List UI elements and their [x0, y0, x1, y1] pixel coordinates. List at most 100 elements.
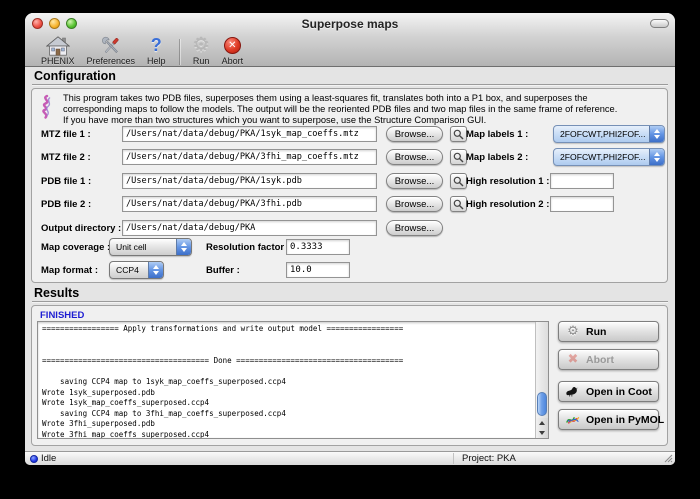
field-label: MTZ file 2 : — [41, 152, 91, 163]
section-divider — [32, 301, 668, 302]
buffer-input[interactable] — [286, 262, 350, 278]
button-label: Abort — [586, 354, 614, 366]
open-in-pymol-button[interactable]: Open in PyMOL — [558, 409, 659, 430]
popup-stepper-icon — [148, 262, 163, 278]
status-bar: Idle Project: PKA — [25, 451, 675, 465]
map-coverage-dropdown[interactable]: Unit cell — [109, 238, 192, 256]
toolbar-phenix-button[interactable]: PHENIX — [35, 35, 81, 67]
browse-button[interactable]: Browse... — [386, 173, 443, 189]
pdb-file-2-row: PDB file 2 : Browse... High resolution 2… — [32, 196, 667, 213]
toolbar-item-label: Abort — [222, 56, 244, 67]
button-label: Open in Coot — [586, 386, 652, 398]
mtz-file-1-row: MTZ file 1 : Browse... Map labels 1 : 2F… — [32, 126, 667, 143]
window-title: Superpose maps — [25, 17, 675, 31]
scrollbar-thumb[interactable] — [537, 392, 547, 416]
map-labels-1-dropdown[interactable]: 2FOFCWT,PHI2FOF... — [553, 125, 665, 143]
dropdown-value: Unit cell — [110, 242, 176, 252]
log-output[interactable]: ================= Apply transformations … — [38, 322, 535, 438]
toolbar-toggle-button[interactable] — [650, 19, 669, 28]
toolbar-item-label: Run — [193, 56, 210, 67]
field-label: High resolution 2 : — [466, 199, 549, 210]
configuration-heading: Configuration — [34, 69, 116, 83]
button-label: Run — [586, 326, 606, 338]
toolbar: PHENIX Preferences — [25, 35, 249, 67]
map-labels-2-dropdown[interactable]: 2FOFCWT,PHI2FOF... — [553, 148, 665, 166]
abort-x-icon: ✖ — [565, 353, 581, 366]
search-icon — [453, 152, 464, 163]
browse-button[interactable]: Browse... — [386, 220, 443, 236]
status-divider — [453, 453, 454, 464]
pdb-file-2-input[interactable] — [122, 196, 377, 212]
toolbar-item-label: Help — [147, 56, 166, 67]
inspect-file-button[interactable] — [450, 126, 467, 142]
superpose-maps-window: Superpose maps PHENIX — [25, 13, 675, 465]
high-resolution-2-input[interactable] — [550, 196, 614, 212]
pymol-scribble-icon — [565, 413, 581, 426]
inspect-file-button[interactable] — [450, 196, 467, 212]
toolbar-item-label: PHENIX — [41, 56, 75, 67]
browse-button[interactable]: Browse... — [386, 126, 443, 142]
toolbar-item-label: Preferences — [87, 56, 136, 67]
resize-grip[interactable] — [664, 454, 673, 463]
scroll-down-button[interactable] — [536, 428, 548, 438]
map-format-row: Map format : CCP4 Buffer : — [32, 262, 667, 279]
results-heading: Results — [34, 286, 79, 300]
output-directory-input[interactable] — [122, 220, 377, 236]
program-ribbon-icon — [38, 94, 55, 125]
browse-button[interactable]: Browse... — [386, 149, 443, 165]
toolbar-abort-button[interactable]: ✕ Abort — [216, 35, 250, 67]
inspect-file-button[interactable] — [450, 149, 467, 165]
toolbar-preferences-button[interactable]: Preferences — [81, 35, 142, 67]
mtz-file-2-input[interactable] — [122, 149, 377, 165]
log-console: ================= Apply transformations … — [37, 321, 549, 439]
open-in-coot-button[interactable]: Open in Coot — [558, 381, 659, 402]
toolbar-help-button[interactable]: ? Help — [141, 35, 172, 67]
status-led-icon — [30, 455, 38, 463]
console-scrollbar[interactable] — [535, 322, 548, 438]
main-content: Configuration This program takes two PDB… — [25, 67, 675, 451]
pdb-file-1-input[interactable] — [122, 173, 377, 189]
toolbar-separator — [179, 39, 180, 65]
inspect-file-button[interactable] — [450, 173, 467, 189]
field-label: Resolution factor : — [206, 242, 290, 253]
field-label: Map format : — [41, 265, 98, 276]
run-gear-icon: ⚙ — [565, 325, 581, 338]
help-question-icon: ? — [151, 35, 162, 56]
pdb-file-1-row: PDB file 1 : Browse... High resolution 1… — [32, 173, 667, 190]
abort-x-icon: ✕ — [224, 35, 241, 56]
field-label: Map labels 2 : — [466, 152, 528, 163]
search-icon — [453, 129, 464, 140]
field-label: Buffer : — [206, 265, 240, 276]
scroll-up-button[interactable] — [536, 418, 548, 428]
popup-stepper-icon — [649, 126, 664, 142]
output-directory-row: Output directory : Browse... — [32, 220, 667, 237]
map-format-dropdown[interactable]: CCP4 — [109, 261, 164, 279]
dropdown-value: CCP4 — [110, 265, 148, 275]
search-icon — [453, 199, 464, 210]
field-label: PDB file 2 : — [41, 199, 91, 210]
phenix-home-icon — [46, 35, 70, 56]
section-divider — [32, 84, 668, 85]
coot-bird-icon — [565, 385, 581, 398]
search-icon — [453, 176, 464, 187]
field-label: PDB file 1 : — [41, 176, 91, 187]
title-bar[interactable]: Superpose maps — [25, 13, 675, 35]
field-label: Map coverage : — [41, 242, 110, 253]
results-panel: FINISHED ================= Apply transfo… — [31, 305, 668, 446]
scrollbar-arrows — [536, 418, 548, 438]
resolution-factor-input[interactable] — [286, 239, 350, 255]
abort-button: ✖ Abort — [558, 349, 659, 370]
run-button[interactable]: ⚙ Run — [558, 321, 659, 342]
toolbar-run-button[interactable]: ⚙ Run — [187, 35, 216, 67]
mtz-file-1-input[interactable] — [122, 126, 377, 142]
field-label: Map labels 1 : — [466, 129, 528, 140]
map-coverage-row: Map coverage : Unit cell Resolution fact… — [32, 239, 667, 256]
browse-button[interactable]: Browse... — [386, 196, 443, 212]
configuration-panel: This program takes two PDB files, superp… — [31, 88, 668, 283]
program-description: This program takes two PDB files, superp… — [63, 93, 661, 126]
dropdown-value: 2FOFCWT,PHI2FOF... — [554, 129, 649, 139]
popup-stepper-icon — [649, 149, 664, 165]
button-label: Open in PyMOL — [586, 414, 664, 426]
status-text: Idle — [41, 453, 56, 464]
high-resolution-1-input[interactable] — [550, 173, 614, 189]
